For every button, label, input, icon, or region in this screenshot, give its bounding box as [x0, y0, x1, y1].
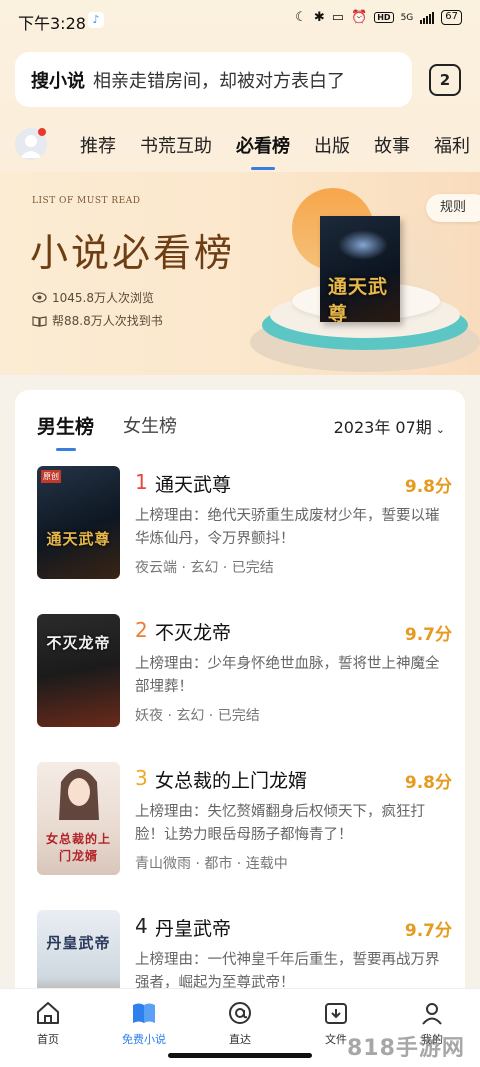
home-indicator[interactable] — [168, 1053, 312, 1058]
search-query-text[interactable]: 相亲走错房间，却被对方表白了 — [93, 67, 345, 93]
book-score: 9.8分 — [404, 773, 452, 793]
hd-icon: HD — [374, 12, 394, 23]
cover-title: 女总裁的上门龙婿 — [45, 832, 111, 863]
found-stat: 帮88.8万人次找到书 — [32, 312, 163, 329]
tab-recommend[interactable]: 推荐 — [80, 132, 116, 158]
cover-title: 通天武尊 — [46, 530, 111, 548]
book-cover[interactable]: 不灭龙帝 — [37, 614, 120, 727]
cover-title: 丹皇武帝 — [46, 934, 111, 952]
featured-book-cover[interactable]: 通天武尊 — [320, 216, 400, 322]
book-meta: 妖夜 · 玄幻 · 已完结 — [135, 708, 260, 724]
book-icon — [133, 1003, 155, 1023]
tab-publish[interactable]: 出版 — [314, 132, 350, 158]
book-score: 9.7分 — [404, 625, 452, 645]
tab-story[interactable]: 故事 — [374, 132, 410, 158]
book-item[interactable]: 不灭龙帝 2 不灭龙帝 9.7分 上榜理由：少年身怀绝世血脉，誓将世上神魔全部埋… — [37, 614, 452, 729]
found-text: 帮88.8万人次找到书 — [52, 314, 163, 328]
book-meta: 青山微雨 · 都市 · 连载中 — [135, 856, 288, 872]
book-title: 女总裁的上门龙婿 — [155, 770, 308, 792]
must-read-banner: 通天武尊 LIST OF MUST READ 小说必看榜 1045.8万人次浏览… — [0, 172, 480, 375]
nav-home-label: 首页 — [37, 1033, 59, 1046]
chevron-down-icon: ⌄ — [435, 423, 445, 436]
notification-dot — [38, 128, 46, 136]
period-selector[interactable]: 2023年 07期 ⌄ — [334, 414, 445, 438]
cover-tag: 原创 — [41, 470, 61, 483]
ranking-card: 男生榜 女生榜 2023年 07期 ⌄ 原创 通天武尊 1 通天武尊 9.8分 上… — [15, 390, 465, 1000]
book-reason: 上榜理由：绝代天骄重生成废材少年，誓要以璀华炼仙丹，令万界颤抖！ — [135, 508, 440, 547]
book-item[interactable]: 丹皇武帝 4 丹皇武帝 9.7分 上榜理由：一代神皇千年后重生，誓要再战万界强者… — [37, 910, 452, 1000]
open-book-icon — [32, 315, 47, 327]
moon-icon: ☾ — [295, 10, 307, 25]
book-item[interactable]: 原创 通天武尊 1 通天武尊 9.8分 上榜理由：绝代天骄重生成废材少年，誓要以… — [37, 466, 452, 581]
status-time: 下午3:28 — [18, 14, 86, 33]
nav-free-novels-label: 免费小说 — [122, 1033, 166, 1046]
folder-icon — [325, 1003, 347, 1024]
bluetooth-icon: ✱ — [313, 10, 325, 25]
tab-must-read[interactable]: 必看榜 — [236, 132, 290, 170]
banner-subtitle: LIST OF MUST READ — [32, 196, 141, 206]
nav-tabs: 推荐 书荒互助 必看榜 出版 故事 福利 — [80, 132, 480, 170]
book-reason: 上榜理由：失忆赘婿翻身后权倾天下，疯狂打脸！让势力眼岳母肠子都悔青了！ — [135, 804, 425, 843]
nav-direct-label: 直达 — [229, 1033, 251, 1046]
nav-direct[interactable]: 直达 — [210, 999, 270, 1047]
book-title: 丹皇武帝 — [155, 918, 232, 940]
tab-female-ranking[interactable]: 女生榜 — [123, 412, 177, 438]
rank-number: 3 — [135, 766, 148, 790]
views-text: 1045.8万人次浏览 — [52, 291, 154, 305]
book-item[interactable]: 女总裁的上门龙婿 3 女总裁的上门龙婿 9.8分 上榜理由：失忆赘婿翻身后权倾天… — [37, 762, 452, 877]
battery-indicator: 67 — [441, 10, 462, 25]
nav-free-novels[interactable]: 免费小说 — [114, 999, 174, 1047]
rank-number: 1 — [135, 470, 148, 494]
vibrate-icon: ▭ — [331, 10, 345, 25]
rank-number: 4 — [135, 914, 148, 938]
cover-title: 不灭龙帝 — [46, 634, 111, 652]
book-reason: 上榜理由：少年身怀绝世血脉，誓将世上神魔全部埋葬！ — [135, 656, 440, 695]
home-icon — [37, 1002, 59, 1024]
search-bar[interactable]: 搜小说 相亲走错房间，却被对方表白了 — [15, 52, 412, 107]
status-bar: 下午3:28 ♪ ☾ ✱ ▭ ⏰ HD 5G 67 — [0, 0, 480, 40]
alarm-icon: ⏰ — [351, 10, 368, 25]
book-cover[interactable]: 原创 通天武尊 — [37, 466, 120, 579]
eye-icon — [32, 292, 47, 303]
views-stat: 1045.8万人次浏览 — [32, 289, 154, 306]
rank-number: 2 — [135, 618, 148, 642]
search-brand: 搜小说 — [31, 70, 85, 92]
banner-title: 小说必看榜 — [30, 231, 236, 275]
nav-home[interactable]: 首页 — [18, 999, 78, 1047]
book-cover[interactable]: 丹皇武帝 — [37, 910, 120, 1000]
cover-figure — [59, 769, 99, 820]
signal-icon — [420, 11, 435, 24]
tab-male-ranking[interactable]: 男生榜 — [37, 412, 94, 451]
watermark: 818手游网 — [347, 1036, 465, 1061]
tab-welfare[interactable]: 福利 — [434, 132, 470, 158]
book-meta: 夜云端 · 玄幻 · 已完结 — [135, 560, 274, 576]
music-icon: ♪ — [88, 12, 104, 28]
book-title: 不灭龙帝 — [155, 622, 232, 644]
status-icons: ☾ ✱ ▭ ⏰ HD 5G 67 — [295, 10, 462, 25]
book-cover[interactable]: 女总裁的上门龙婿 — [37, 762, 120, 875]
book-score: 9.8分 — [404, 477, 452, 497]
profile-icon — [422, 1003, 442, 1025]
featured-cover-title: 通天武尊 — [328, 276, 389, 322]
rules-button[interactable]: 规则 — [426, 194, 480, 222]
tab-count-button[interactable]: 2 — [429, 64, 461, 96]
at-icon — [229, 1002, 251, 1024]
book-score: 9.7分 — [404, 921, 452, 941]
network-type: 5G — [400, 12, 414, 23]
period-label: 2023年 07期 — [333, 418, 432, 437]
book-title: 通天武尊 — [155, 474, 232, 496]
tab-book-help[interactable]: 书荒互助 — [140, 132, 212, 158]
